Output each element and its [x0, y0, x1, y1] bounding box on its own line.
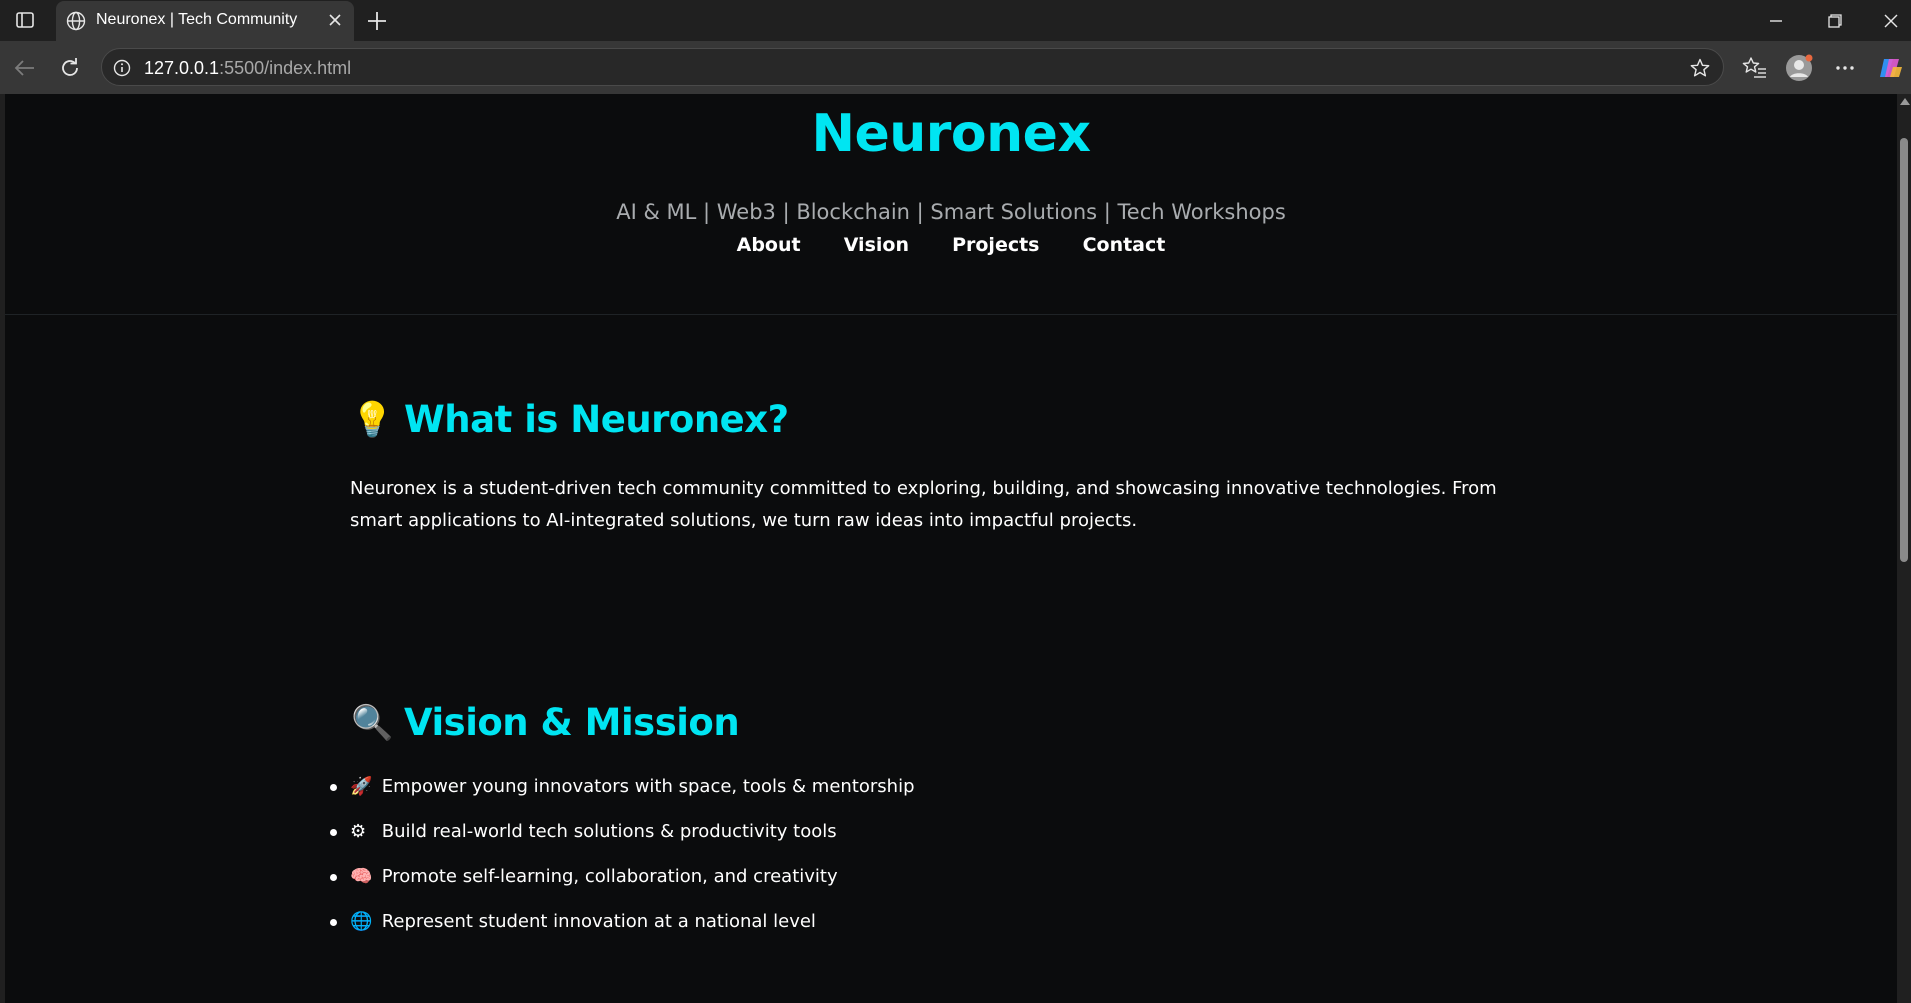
address-bar[interactable]: 127.0.0.1:5500/index.html	[101, 48, 1724, 86]
magnifier-icon: 🔍	[351, 702, 393, 743]
vision-item-text: Build real-world tech solutions & produc…	[381, 821, 837, 842]
site-info-icon[interactable]	[112, 58, 132, 82]
lightbulb-icon: 💡	[351, 399, 393, 440]
more-options-icon[interactable]	[1830, 53, 1860, 83]
bullet-dot	[330, 829, 337, 836]
page-viewport: Neuronex AI & ML | Web3 | Blockchain | S…	[5, 94, 1897, 1003]
scrollbar-thumb[interactable]	[1900, 138, 1908, 562]
site-header: Neuronex AI & ML | Web3 | Blockchain | S…	[5, 94, 1897, 315]
close-tab-icon[interactable]	[326, 11, 344, 33]
nav-link-projects[interactable]: Projects	[952, 234, 1039, 256]
site-tagline: AI & ML | Web3 | Blockchain | Smart Solu…	[616, 200, 1286, 224]
vision-list-item: 🚀 Empower young innovators with space, t…	[330, 776, 1550, 821]
vision-item-text: Empower young innovators with space, too…	[381, 776, 915, 797]
vision-heading: 🔍 Vision & Mission	[350, 701, 1550, 744]
browser-tab-bar: Neuronex | Tech Community	[0, 0, 1911, 41]
vision-list-item: 🧠 Promote self-learning, collaboration, …	[330, 866, 1550, 911]
bullet-dot	[330, 784, 337, 791]
vision-section: 🔍 Vision & Mission 🚀 Empower young innov…	[330, 701, 1550, 956]
browser-tab[interactable]: Neuronex | Tech Community	[56, 1, 354, 41]
page-scrollbar[interactable]	[1897, 94, 1911, 1003]
bullet-dot	[330, 919, 337, 926]
nav-link-about[interactable]: About	[737, 234, 801, 256]
about-section: 💡 What is Neuronex? Neuronex is a studen…	[350, 398, 1550, 537]
vision-list: 🚀 Empower young innovators with space, t…	[330, 776, 1550, 956]
nav-link-contact[interactable]: Contact	[1083, 234, 1166, 256]
url-host: 127.0.0.1	[144, 58, 220, 78]
back-arrow-icon[interactable]	[11, 54, 39, 82]
reload-icon[interactable]	[56, 54, 84, 82]
bullet-dot	[330, 874, 337, 881]
favorites-icon[interactable]	[1740, 53, 1770, 83]
url-text: 127.0.0.1:5500/index.html	[144, 58, 351, 79]
favorite-star-icon[interactable]	[1689, 57, 1711, 83]
globe-icon	[66, 11, 86, 35]
browser-toolbar: 127.0.0.1:5500/index.html	[0, 41, 1911, 94]
about-heading-text: What is Neuronex?	[404, 398, 789, 441]
url-path: :5500/index.html	[219, 58, 352, 78]
vision-item-text: Promote self-learning, collaboration, an…	[381, 866, 838, 887]
vision-list-item: ⚙ Build real-world tech solutions & prod…	[330, 821, 1550, 866]
about-paragraph: Neuronex is a student-driven tech commun…	[350, 478, 1497, 531]
vision-list-item: 🌐 Represent student innovation at a nati…	[330, 911, 1550, 956]
scroll-up-arrow-icon[interactable]	[1900, 98, 1910, 105]
gear-icon: ⚙	[350, 821, 367, 842]
minimize-icon[interactable]	[1761, 8, 1791, 34]
new-tab-icon[interactable]	[364, 8, 390, 34]
main-nav: About Vision Projects Contact	[5, 234, 1897, 256]
site-brand-title: Neuronex	[811, 104, 1091, 164]
rocket-icon: 🚀	[350, 776, 373, 797]
globe-icon: 🌐	[350, 911, 373, 932]
restore-icon[interactable]	[1819, 8, 1849, 34]
profile-avatar-icon[interactable]	[1784, 53, 1814, 83]
copilot-icon[interactable]	[1876, 53, 1906, 83]
tab-title: Neuronex | Tech Community	[96, 11, 298, 28]
brain-icon: 🧠	[350, 866, 373, 887]
vision-heading-text: Vision & Mission	[404, 701, 740, 744]
tab-actions-icon[interactable]	[12, 9, 38, 31]
about-heading: 💡 What is Neuronex?	[350, 398, 1550, 441]
close-window-icon[interactable]	[1876, 8, 1906, 34]
vision-item-text: Represent student innovation at a nation…	[381, 911, 816, 932]
nav-link-vision[interactable]: Vision	[844, 234, 909, 256]
